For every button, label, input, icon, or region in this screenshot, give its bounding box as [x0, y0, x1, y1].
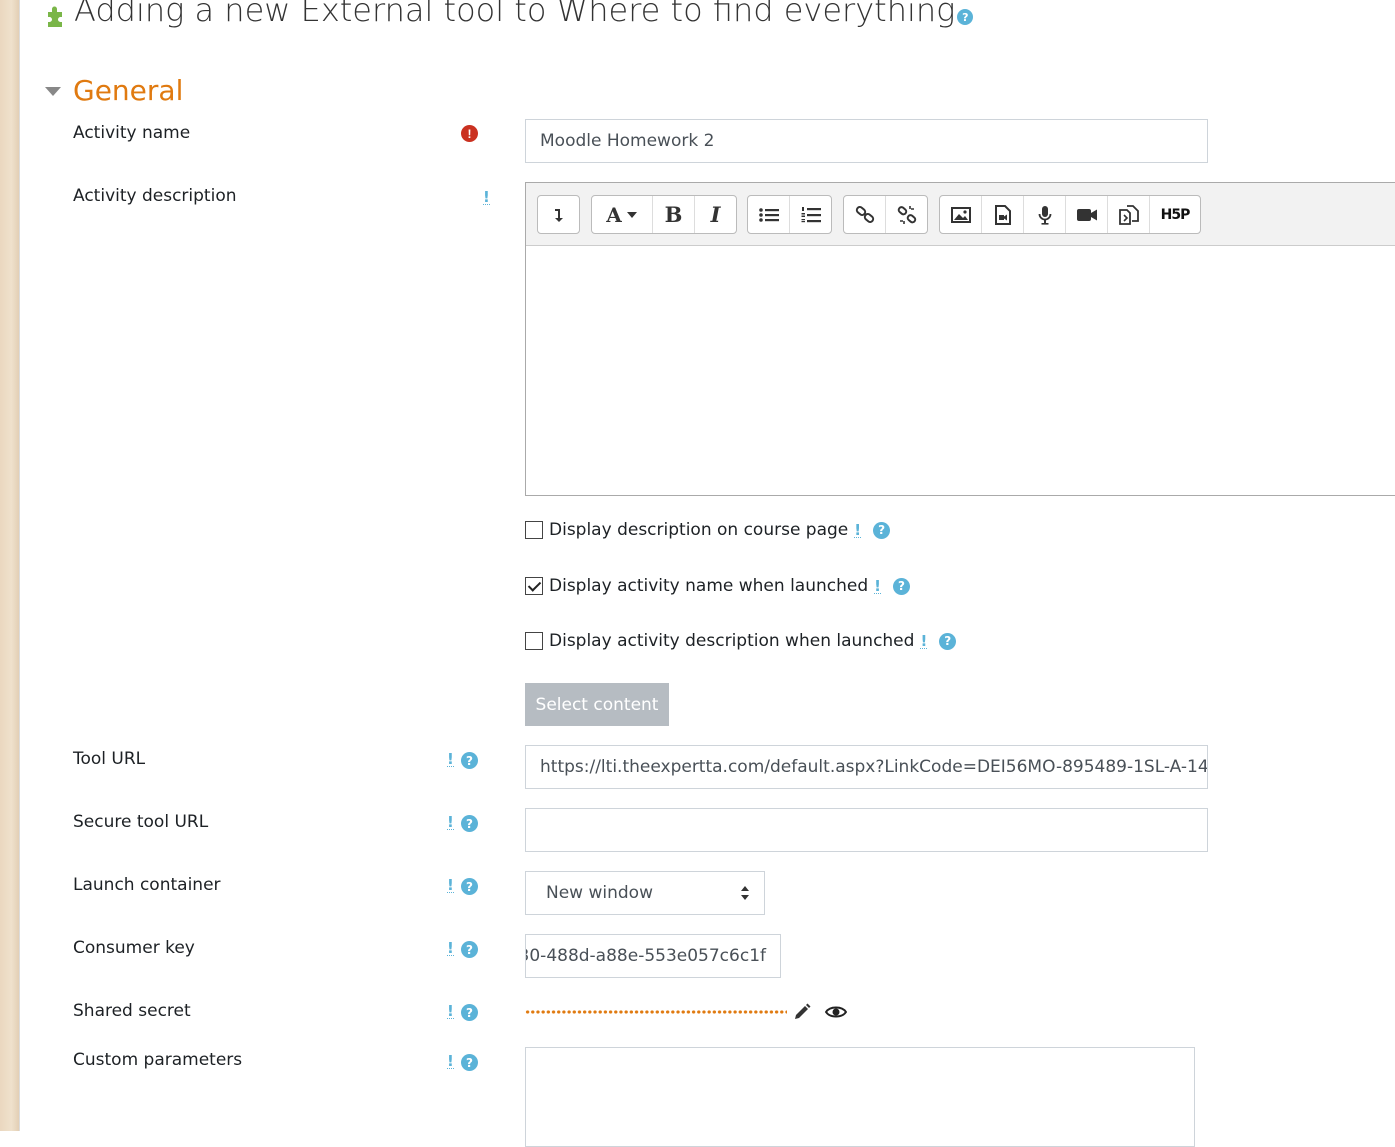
secure-tool-url-input[interactable] [525, 808, 1208, 852]
consumer-key-value: 30-488d-a88e-553e057c6c1f [525, 946, 766, 966]
font-style-button[interactable]: A [592, 196, 653, 233]
launch-container-selected: New window [546, 883, 653, 903]
image-icon [950, 206, 971, 223]
record-video-button[interactable] [1066, 196, 1108, 233]
editor-toolbar: A B I H5P [526, 183, 1395, 246]
select-arrows-icon [741, 886, 749, 900]
select-content-button[interactable]: Select content [525, 683, 669, 726]
checkbox-label: Display activity name when launched [549, 576, 869, 596]
toolbar-group-collapse [537, 195, 580, 234]
custom-parameters-textarea[interactable] [525, 1047, 1195, 1147]
show-title-launch-checkbox[interactable] [525, 577, 543, 595]
ordered-list-button[interactable] [790, 196, 831, 233]
advanced-icon: ! [447, 876, 454, 894]
show-description-launch-checkbox[interactable] [525, 632, 543, 650]
advanced-icon: ! [447, 1052, 454, 1070]
advanced-icon: ! [920, 631, 928, 650]
advanced-icon: ! [447, 813, 454, 831]
advanced-icon: ! [447, 750, 454, 768]
toolbar-group-media: H5P [939, 195, 1201, 234]
help-icon[interactable]: ? [939, 632, 957, 650]
advanced-icon: ! [854, 520, 862, 539]
dropdown-caret-icon [626, 211, 637, 218]
numbered-list-icon [801, 206, 821, 222]
italic-icon: I [710, 202, 721, 227]
section-title: General [73, 74, 184, 107]
toolbar-group-style: A B I [591, 195, 737, 234]
general-section-toggle[interactable]: General [45, 74, 183, 107]
bullet-list-icon [758, 207, 779, 222]
help-icon[interactable]: ? [461, 941, 478, 958]
puzzle-piece-icon [48, 6, 62, 27]
page-heading: Adding a new External tool to Where to f… [44, 0, 974, 32]
tool-url-label: Tool URL [73, 749, 146, 769]
link-icon [855, 205, 874, 223]
toolbar-group-lists [747, 195, 832, 234]
unlink-icon [897, 205, 916, 224]
checkbox-label: Display activity description when launch… [549, 631, 915, 651]
masked-secret[interactable] [525, 1010, 787, 1014]
video-camera-icon [1076, 208, 1097, 221]
activity-name-input[interactable]: Moodle Homework 2 [525, 119, 1208, 163]
help-icon[interactable]: ? [461, 815, 478, 832]
manage-files-button[interactable] [1108, 196, 1150, 233]
h5p-icon: H5P [1160, 206, 1191, 223]
files-icon [1118, 204, 1139, 225]
checkbox-row-show-description-launch[interactable]: Display activity description when launch… [525, 631, 957, 651]
consumer-key-input[interactable]: 30-488d-a88e-553e057c6c1f [525, 934, 781, 978]
caret-down-icon [45, 87, 61, 96]
media-file-icon [994, 204, 1011, 225]
help-icon[interactable]: ? [892, 577, 910, 595]
tool-url-input[interactable]: https://lti.theexpertta.com/default.aspx… [525, 745, 1208, 789]
toolbar-group-links [843, 195, 928, 234]
consumer-key-label: Consumer key [73, 938, 195, 958]
advanced-icon: ! [447, 1002, 454, 1020]
eye-icon[interactable] [825, 1005, 847, 1019]
checkbox-row-show-description[interactable]: Display description on course page ! ? [525, 520, 891, 540]
advanced-icon: ! [483, 188, 490, 206]
pencil-icon[interactable] [793, 1003, 811, 1021]
link-button[interactable] [844, 196, 886, 233]
font-letter-icon: A [606, 202, 622, 227]
checkbox-label: Display description on course page [549, 520, 849, 540]
secure-tool-url-label: Secure tool URL [73, 812, 209, 832]
unlink-button[interactable] [886, 196, 927, 233]
activity-description-label: Activity description [73, 186, 237, 206]
insert-image-button[interactable] [940, 196, 982, 233]
italic-button[interactable]: I [695, 196, 736, 233]
toolbar-toggle-button[interactable] [538, 196, 579, 233]
shared-secret-field [525, 1003, 847, 1021]
insert-h5p-button[interactable]: H5P [1150, 196, 1200, 233]
bold-button[interactable]: B [653, 196, 695, 233]
launch-container-select[interactable]: New window [525, 871, 765, 915]
help-icon[interactable]: ? [461, 878, 478, 895]
bold-icon: B [664, 202, 683, 227]
activity-name-label: Activity name [73, 123, 191, 143]
advanced-icon: ! [874, 576, 881, 595]
arrow-down-toggle-icon [554, 208, 563, 222]
required-icon: ! [461, 125, 478, 142]
help-icon[interactable]: ? [873, 521, 891, 539]
help-icon[interactable]: ? [461, 1004, 478, 1021]
description-editor: A B I H5P [525, 182, 1395, 496]
unordered-list-button[interactable] [748, 196, 790, 233]
show-description-checkbox[interactable] [525, 521, 543, 539]
left-side-strip [0, 0, 19, 1131]
custom-parameters-label: Custom parameters [73, 1050, 243, 1070]
checkbox-row-show-title-launch[interactable]: Display activity name when launched ! ? [525, 576, 910, 596]
help-icon[interactable]: ? [461, 752, 478, 769]
page-title: Adding a new External tool to Where to f… [74, 0, 956, 29]
page-help-icon[interactable]: ? [957, 9, 974, 25]
advanced-icon: ! [447, 939, 454, 957]
left-side-divider [19, 0, 20, 1131]
insert-media-button[interactable] [982, 196, 1024, 233]
microphone-icon [1038, 205, 1051, 225]
help-icon[interactable]: ? [461, 1054, 478, 1071]
shared-secret-label: Shared secret [73, 1001, 191, 1021]
editor-content-area[interactable] [526, 246, 1395, 495]
record-audio-button[interactable] [1024, 196, 1066, 233]
launch-container-label: Launch container [73, 875, 221, 895]
